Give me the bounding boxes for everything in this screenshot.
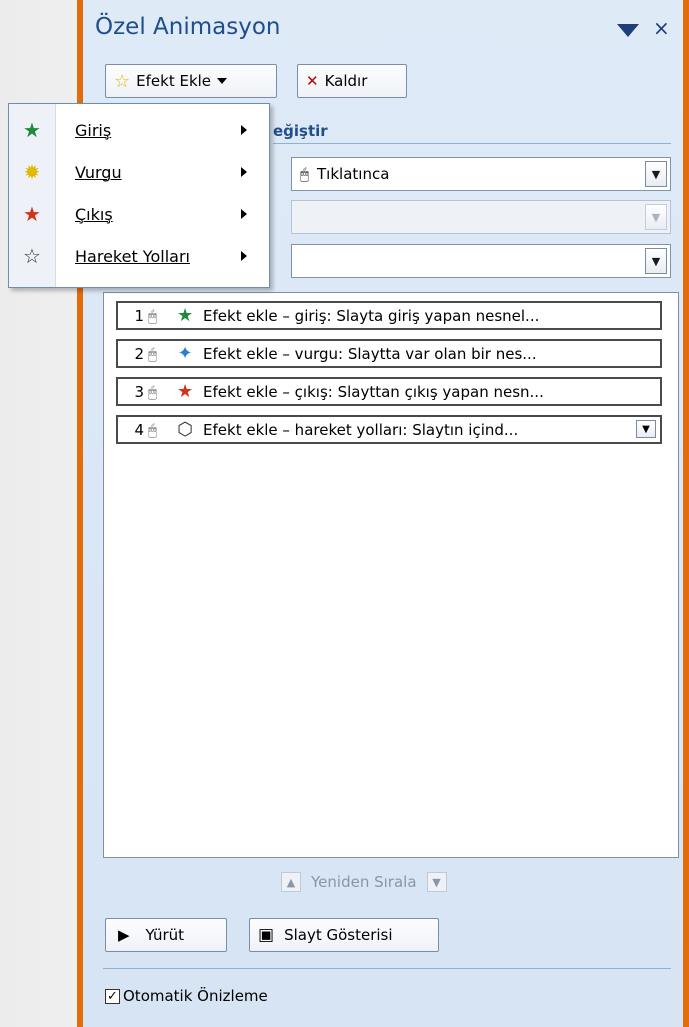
slideshow-label: Slayt Gösterisi <box>284 926 393 944</box>
emphasis-effect-icon: ✦ <box>177 343 193 364</box>
auto-preview[interactable]: ✓ Otomatik Önizleme <box>105 987 268 1005</box>
list-item[interactable]: 2 🖱 ✦ Efekt ekle – vurgu: Slaytta var ol… <box>116 339 662 368</box>
item-number: 2 <box>134 344 144 363</box>
play-button[interactable]: ▶ Yürüt <box>105 918 227 952</box>
add-effect-button[interactable]: ☆ Efekt Ekle <box>105 64 277 98</box>
change-section-label: eğiştir <box>273 122 328 140</box>
mouse-icon: 🖱 <box>148 382 158 401</box>
submenu-arrow-icon <box>241 125 247 135</box>
exit-star-icon: ★ <box>23 202 41 226</box>
add-effect-icon: ☆ <box>114 70 131 92</box>
mouse-icon: 🖱 <box>148 306 158 325</box>
reorder-control: ▲ Yeniden Sırala ▼ <box>281 872 447 892</box>
list-item[interactable]: 3 🖱 ★ Efekt ekle – çıkış: Slayttan çıkış… <box>116 377 662 406</box>
menu-item-entrance[interactable]: ★ Giriş <box>9 110 269 150</box>
move-up-icon[interactable]: ▲ <box>281 872 301 892</box>
move-down-icon[interactable]: ▼ <box>426 872 447 892</box>
speed-select[interactable]: ▼ <box>291 244 671 278</box>
item-number: 3 <box>134 382 144 401</box>
section-divider <box>273 143 671 144</box>
auto-preview-label: Otomatik Önizleme <box>123 987 268 1005</box>
menu-item-exit[interactable]: ★ Çıkış <box>9 194 269 234</box>
submenu-arrow-icon <box>241 251 247 261</box>
pane-options-dropdown-icon[interactable] <box>617 24 639 37</box>
mouse-icon: 🖱 <box>300 165 310 183</box>
submenu-arrow-icon <box>241 209 247 219</box>
slideshow-button[interactable]: ▣ Slayt Gösterisi <box>249 918 439 952</box>
menu-item-label: Hareket Yolları <box>75 246 190 266</box>
chevron-down-icon[interactable]: ▼ <box>645 248 667 274</box>
list-item[interactable]: 1 🖱 ★ Efekt ekle – giriş: Slayta giriş y… <box>116 301 662 330</box>
list-item[interactable]: 4 🖱 ⬡ Efekt ekle – hareket yolları: Slay… <box>116 415 662 444</box>
bottom-divider <box>103 968 671 969</box>
menu-item-motion-paths[interactable]: ☆ Hareket Yolları <box>9 236 269 276</box>
emphasis-star-icon: ✹ <box>23 160 41 184</box>
mouse-icon: 🖱 <box>148 344 158 363</box>
item-text: Efekt ekle – çıkış: Slayttan çıkış yapan… <box>203 382 544 401</box>
mouse-icon: 🖱 <box>148 420 158 439</box>
motion-path-effect-icon: ⬡ <box>177 419 193 440</box>
entrance-effect-icon: ★ <box>176 305 194 326</box>
item-text: Efekt ekle – vurgu: Slaytta var olan bir… <box>203 344 537 363</box>
menu-item-label: Vurgu <box>75 162 122 182</box>
play-icon: ▶ <box>118 926 130 944</box>
item-text: Efekt ekle – hareket yolları: Slaytın iç… <box>203 420 519 439</box>
reorder-label: Yeniden Sırala <box>311 873 417 891</box>
exit-effect-icon: ★ <box>176 381 194 402</box>
slideshow-icon: ▣ <box>258 925 275 945</box>
play-label: Yürüt <box>145 926 185 944</box>
submenu-arrow-icon <box>241 167 247 177</box>
item-number: 1 <box>134 306 144 325</box>
chevron-down-icon[interactable]: ▼ <box>645 161 667 187</box>
menu-item-emphasis[interactable]: ✹ Vurgu <box>9 152 269 192</box>
item-text: Efekt ekle – giriş: Slayta giriş yapan n… <box>203 306 540 325</box>
pane-title: Özel Animasyon <box>95 14 281 40</box>
menu-item-label: Giriş <box>75 120 112 140</box>
chevron-down-icon: ▼ <box>645 204 667 230</box>
entrance-star-icon: ★ <box>23 118 41 142</box>
auto-preview-checkbox[interactable]: ✓ <box>105 988 120 1004</box>
motion-path-star-icon: ☆ <box>23 244 41 268</box>
chevron-down-icon <box>217 78 228 84</box>
remove-label: Kaldır <box>324 72 368 90</box>
item-number: 4 <box>134 420 144 439</box>
effects-list[interactable]: 1 🖱 ★ Efekt ekle – giriş: Slayta giriş y… <box>103 292 679 858</box>
property-select: ▼ <box>291 200 671 234</box>
remove-button[interactable]: ✕ Kaldır <box>297 64 407 98</box>
pane-close-icon[interactable]: × <box>653 16 670 40</box>
add-effect-label: Efekt Ekle <box>136 72 212 90</box>
add-effect-menu: ★ Giriş ✹ Vurgu ★ Çıkış ☆ Hareket Yollar… <box>8 103 270 288</box>
chevron-down-icon[interactable]: ▼ <box>636 420 656 438</box>
start-value: Tıklatınca <box>317 165 390 183</box>
start-select[interactable]: 🖱 Tıklatınca ▼ <box>291 157 671 191</box>
remove-icon: ✕ <box>306 72 319 90</box>
menu-item-label: Çıkış <box>75 204 113 224</box>
